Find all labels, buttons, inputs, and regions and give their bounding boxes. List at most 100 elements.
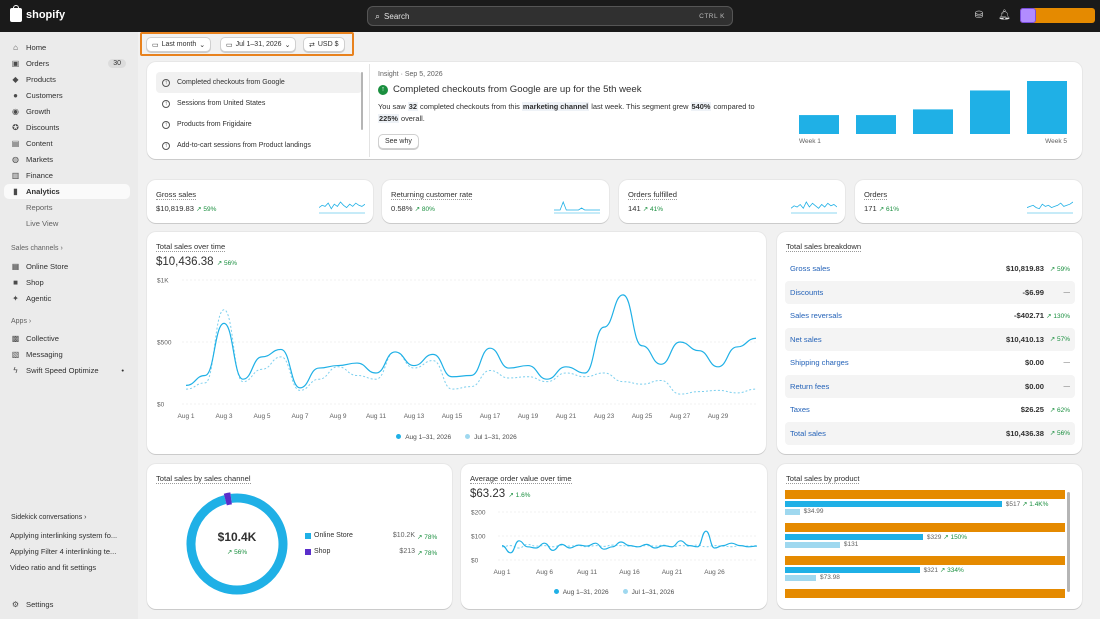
more-dot-icon: • xyxy=(121,366,124,375)
sidebar-item-home[interactable]: ⌂ Home xyxy=(4,40,130,55)
sidebar-item-markets[interactable]: ◍ Markets xyxy=(4,152,130,167)
sidekick-conversation[interactable]: Applying Filter 4 interlinking te... xyxy=(10,547,116,556)
sales-channels-heading[interactable]: Sales channels › xyxy=(11,245,63,252)
store-icon[interactable]: ⛁ xyxy=(973,10,985,22)
sidebar-item-content[interactable]: ▤ Content xyxy=(4,136,130,151)
sidebar-item-shop[interactable]: ■ Shop xyxy=(4,275,130,290)
sidebar-item-messaging[interactable]: ▧ Messaging xyxy=(4,347,130,362)
product-bar-current[interactable] xyxy=(785,567,920,573)
legend-item[interactable]: Aug 1–31, 2026 xyxy=(396,434,451,441)
breakdown-row[interactable]: Return fees $0.00 — xyxy=(785,374,1075,398)
sidebar-item-settings[interactable]: ⚙ Settings xyxy=(4,597,130,612)
sidekick-conversation[interactable]: Video ratio and fit settings xyxy=(10,563,96,572)
product-bar-current[interactable] xyxy=(785,501,1002,507)
sidebar-item-analytics[interactable]: ▮ Analytics xyxy=(4,184,130,199)
product-bar-previous[interactable] xyxy=(785,575,816,581)
week-bar[interactable] xyxy=(1027,81,1067,134)
insight-list-item[interactable]: ↑ Add-to-cart sessions from Product landi… xyxy=(156,135,362,156)
week-bar[interactable] xyxy=(856,115,896,134)
legend-item[interactable]: Aug 1–31, 2026 xyxy=(553,589,609,596)
product-bar-previous[interactable] xyxy=(785,509,800,515)
breakdown-row[interactable]: Gross sales $10,819.83 ↗ 59% xyxy=(785,257,1075,280)
sidekick-conversation[interactable]: Applying interlinking system fo... xyxy=(10,531,117,540)
donut-slice[interactable] xyxy=(186,493,288,595)
period-filter-button[interactable]: ▭ Last month ⌄ xyxy=(146,37,212,52)
bell-icon[interactable]: 🔔︎ xyxy=(998,10,1011,22)
search-bar[interactable]: ⌕ Search CTRL K xyxy=(367,6,733,26)
breakdown-row[interactable]: Total sales $10,436.38 ↗ 56% xyxy=(785,421,1075,445)
legend-item[interactable]: Jul 1–31, 2026 xyxy=(622,589,675,596)
card-title[interactable]: Total sales by sales channel xyxy=(156,474,251,484)
legend-label: Jul 1–31, 2026 xyxy=(631,589,675,596)
legend-swatch xyxy=(305,532,311,539)
series-line-current[interactable] xyxy=(501,530,758,554)
sidebar-item-label: Swift Speed Optimize xyxy=(26,366,99,375)
store-menu[interactable] xyxy=(1020,8,1095,23)
breakdown-label[interactable]: Sales reversals xyxy=(790,311,842,320)
sidekick-heading[interactable]: Sidekick conversations › xyxy=(11,514,87,521)
sidebar-item-agentic[interactable]: ✦ Agentic xyxy=(4,291,130,306)
content-icon: ▤ xyxy=(11,139,20,148)
product-bar-current[interactable] xyxy=(785,534,923,540)
kpi-card-orders-fulfilled[interactable]: Orders fulfilled 141 ↗ 41% xyxy=(619,180,845,223)
sidebar-item-swift-speed[interactable]: ϟ Swift Speed Optimize • xyxy=(4,363,130,378)
sidebar-item-collective[interactable]: ▩ Collective xyxy=(4,331,130,346)
breakdown-row[interactable]: Discounts -$6.99 — xyxy=(785,280,1075,304)
currency-button[interactable]: ⇄ USD $ xyxy=(303,37,345,52)
card-title[interactable]: Total sales breakdown xyxy=(786,242,862,252)
insight-list-scrollbar[interactable] xyxy=(361,72,363,130)
channel-donut-chart[interactable] xyxy=(185,492,289,596)
kpi-card-orders[interactable]: Orders 171 ↗ 61% xyxy=(855,180,1082,223)
breakdown-label[interactable]: Gross sales xyxy=(790,264,830,273)
x-tick-label: Aug 6 xyxy=(536,569,553,576)
breakdown-label[interactable]: Taxes xyxy=(790,405,810,414)
week-bar[interactable] xyxy=(970,90,1010,134)
total-sales-line-chart[interactable]: $0 $500 $1K Aug 1 Aug 3 Aug 5 Aug 7 Aug 9 Aug 11… xyxy=(147,272,766,422)
product-list-scrollbar[interactable] xyxy=(1067,492,1070,592)
kpi-card-gross-sales[interactable]: Gross sales $10,819.83 ↗ 59% xyxy=(147,180,373,223)
breakdown-row[interactable]: Sales reversals -$402.71 ↗ 130% xyxy=(785,304,1075,327)
product-bar-previous[interactable] xyxy=(785,542,840,548)
insight-list-item[interactable]: ↑ Products from Frigidaire xyxy=(156,114,362,135)
sidebar-item-online-store[interactable]: ▦ Online Store xyxy=(4,259,130,274)
sidebar-item-live-view[interactable]: Live View xyxy=(4,216,130,231)
week-bar[interactable] xyxy=(913,109,953,134)
donut-slice[interactable] xyxy=(223,492,232,506)
insight-list-item[interactable]: ↑ Completed checkouts from Google xyxy=(156,72,362,93)
sidebar-item-products[interactable]: ◆ Products xyxy=(4,72,130,87)
channel-change: ↗ 78% xyxy=(417,550,438,557)
aov-line-chart[interactable]: $0 $100 $200 Aug 1 Aug 6 Aug 11 Aug 16 Aug 21 Au… xyxy=(461,506,767,578)
sidebar-item-discounts[interactable]: ✪ Discounts xyxy=(4,120,130,135)
insight-list-item[interactable]: ↑ Sessions from United States xyxy=(156,93,362,114)
card-title[interactable]: Total sales by product xyxy=(786,474,860,484)
insight-headline: ↑ Completed checkouts from Google are up … xyxy=(378,84,642,95)
series-line-current[interactable] xyxy=(185,294,757,389)
shopify-logo[interactable]: shopify xyxy=(10,5,65,22)
sidebar-item-orders[interactable]: ▣ Orders 30 xyxy=(4,56,130,71)
breakdown-label[interactable]: Total sales xyxy=(790,429,826,438)
breakdown-row[interactable]: Net sales $10,410.13 ↗ 57% xyxy=(785,327,1075,351)
legend-item[interactable]: Jul 1–31, 2026 xyxy=(465,434,517,441)
card-title[interactable]: Average order value over time xyxy=(470,474,572,484)
breakdown-label[interactable]: Shipping charges xyxy=(790,358,849,367)
sidebar-item-customers[interactable]: ● Customers xyxy=(4,88,130,103)
sales-breakdown-card: Total sales breakdown Gross sales $10,819… xyxy=(777,232,1082,454)
date-range-button[interactable]: ▭ Jul 1–31, 2026 ⌄ xyxy=(220,37,297,52)
see-why-button[interactable]: See why xyxy=(378,134,419,149)
week-bar[interactable] xyxy=(799,115,839,134)
breakdown-row[interactable]: Shipping charges $0.00 — xyxy=(785,351,1075,374)
sidebar-item-growth[interactable]: ◉ Growth xyxy=(4,104,130,119)
channel-value: $10.2K xyxy=(392,532,415,539)
sidebar-item-finance[interactable]: ▥ Finance xyxy=(4,168,130,183)
channel-label[interactable]: Shop xyxy=(314,548,330,555)
kpi-card-returning-rate[interactable]: Returning customer rate 0.58% ↗ 80% xyxy=(382,180,609,223)
breakdown-row[interactable]: Taxes $26.25 ↗ 62% xyxy=(785,398,1075,421)
breakdown-label[interactable]: Discounts xyxy=(790,288,823,297)
apps-heading[interactable]: Apps › xyxy=(11,318,31,325)
legend-dot xyxy=(465,434,471,439)
breakdown-label[interactable]: Return fees xyxy=(790,382,829,391)
channel-label[interactable]: Online Store xyxy=(314,532,353,539)
breakdown-label[interactable]: Net sales xyxy=(790,335,822,344)
sidebar-item-reports[interactable]: Reports xyxy=(4,200,130,215)
card-title[interactable]: Total sales over time xyxy=(156,242,226,252)
